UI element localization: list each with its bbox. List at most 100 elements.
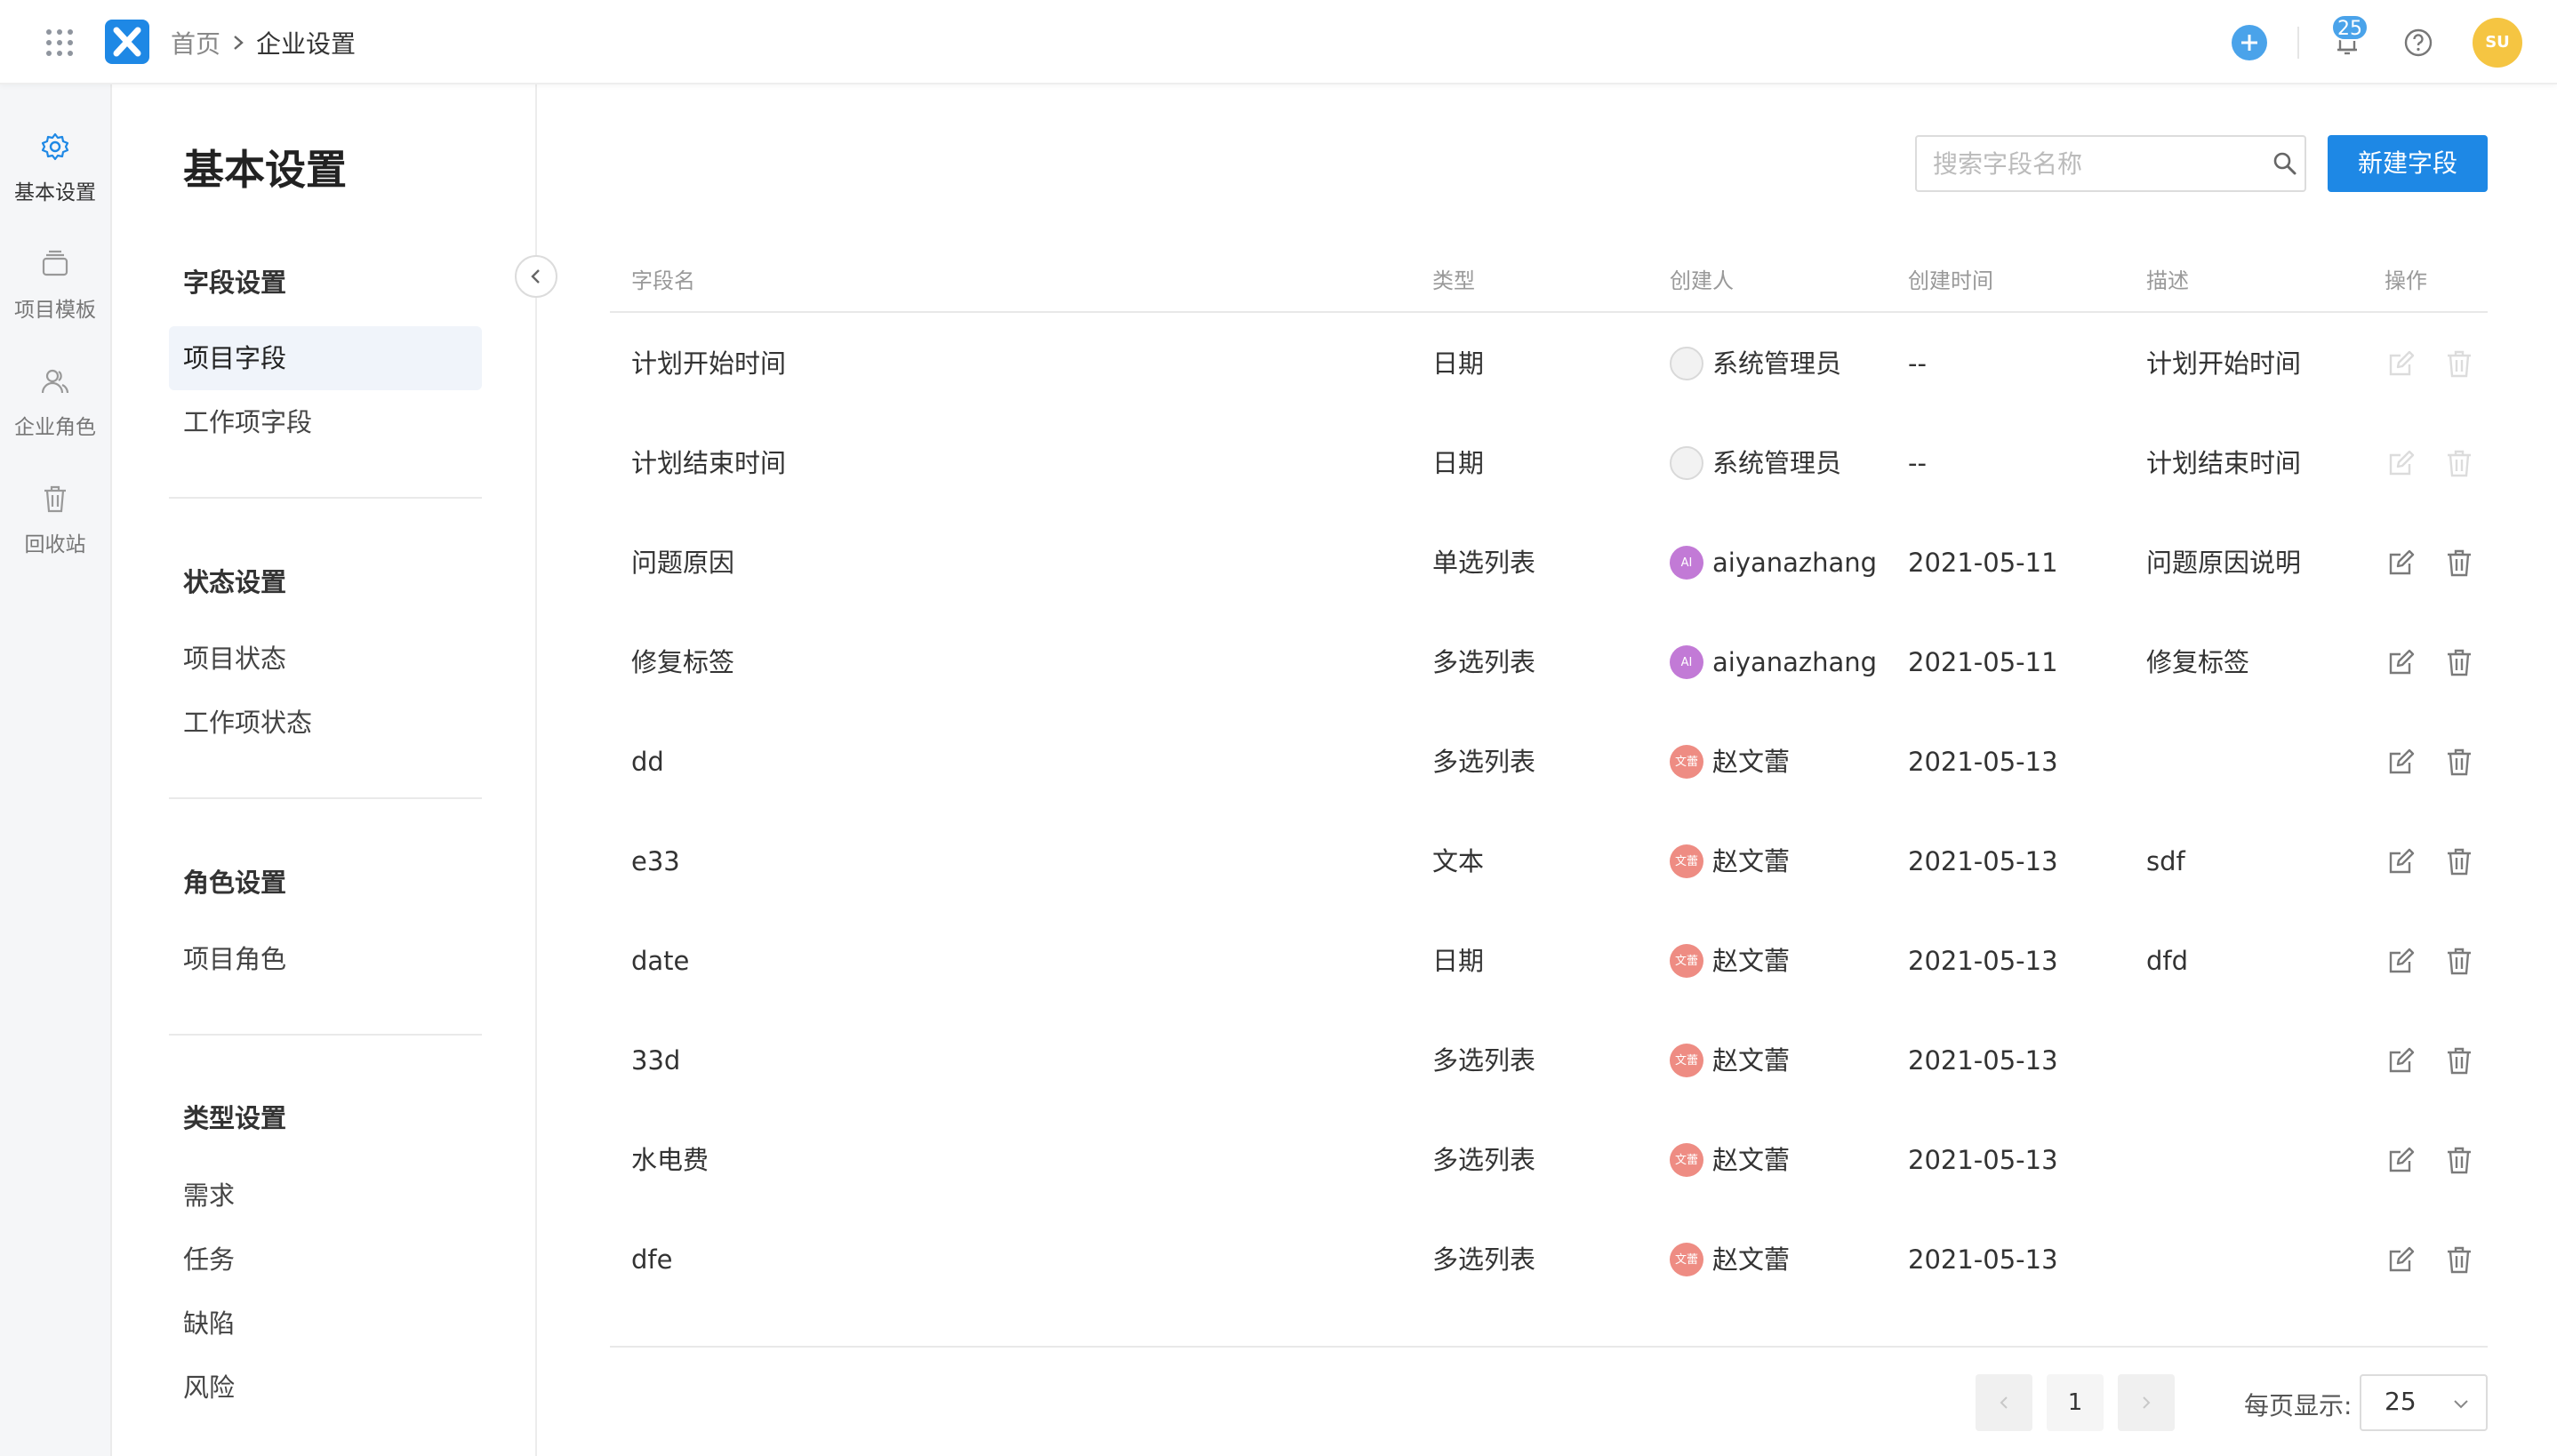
table-row[interactable]: 问题原因 单选列表 AI aiyanazhang 2021-05-11 问题原因说明	[610, 513, 2488, 612]
delete-icon[interactable]	[2443, 746, 2475, 778]
field-type-cell: 多选列表	[1432, 1045, 1536, 1076]
table-footer-divider	[610, 1346, 2488, 1348]
rail-label: 企业角色	[14, 416, 96, 439]
creator-cell: 文蕾 赵文蕾	[1670, 812, 1790, 911]
field-type-cell: 文本	[1432, 846, 1485, 876]
creator-name: aiyanazhang	[1712, 647, 1878, 677]
table-row[interactable]: 计划结束时间 日期 系统管理员 -- 计划结束时间	[610, 413, 2488, 513]
nav-item-project-fields[interactable]: 项目字段	[169, 326, 482, 390]
column-header-description: 描述	[2146, 268, 2189, 293]
creator-cell: 文蕾 赵文蕾	[1670, 1210, 1790, 1309]
rail-item-enterprise-roles[interactable]: 企业角色	[0, 365, 110, 463]
nav-item-type-defect[interactable]: 缺陷	[169, 1292, 482, 1356]
delete-icon[interactable]	[2443, 1144, 2475, 1176]
description-cell: 计划开始时间	[2146, 348, 2302, 379]
breadcrumb-home[interactable]: 首页	[171, 25, 220, 60]
per-page-select[interactable]: 25	[2360, 1374, 2488, 1431]
next-page-button[interactable]	[2118, 1374, 2175, 1431]
rail-item-basic-settings[interactable]: 基本设置	[0, 131, 110, 228]
nav-item-workitem-fields[interactable]: 工作项字段	[169, 390, 482, 454]
edit-icon[interactable]	[2385, 1044, 2417, 1076]
table-row[interactable]: 计划开始时间 日期 系统管理员 -- 计划开始时间	[610, 314, 2488, 413]
creator-avatar: 文蕾	[1670, 1044, 1703, 1077]
field-type-cell: 日期	[1432, 946, 1485, 976]
table-row[interactable]: 33d 多选列表 文蕾 赵文蕾 2021-05-13	[610, 1011, 2488, 1110]
edit-icon[interactable]	[2385, 845, 2417, 877]
delete-icon[interactable]	[2443, 845, 2475, 877]
creator-avatar: 文蕾	[1670, 844, 1703, 878]
created-time-cell: 2021-05-13	[1908, 846, 2058, 876]
table-row[interactable]: 修复标签 多选列表 AI aiyanazhang 2021-05-11 修复标签	[610, 612, 2488, 712]
table-row[interactable]: dd 多选列表 文蕾 赵文蕾 2021-05-13	[610, 712, 2488, 812]
table-header-divider	[610, 311, 2488, 313]
user-roles-icon	[41, 369, 69, 394]
description-cell: 问题原因说明	[2146, 548, 2302, 578]
column-header-name: 字段名	[631, 268, 695, 293]
section-divider	[169, 497, 482, 499]
search-box	[1915, 135, 2306, 192]
nav-item-workitem-status[interactable]: 工作项状态	[169, 691, 482, 755]
table-row[interactable]: e33 文本 文蕾 赵文蕾 2021-05-13 sdf	[610, 812, 2488, 911]
delete-icon[interactable]	[2443, 945, 2475, 977]
description-cell: 修复标签	[2146, 647, 2250, 677]
field-name-cell: 修复标签	[631, 647, 735, 677]
field-name-cell: date	[631, 946, 690, 976]
creator-cell: AI aiyanazhang	[1670, 612, 1877, 712]
create-plus-button[interactable]	[2232, 25, 2267, 60]
creator-name: 赵文蕾	[1712, 1145, 1791, 1175]
left-rail: 基本设置 项目模板 企业角色 回收站	[0, 84, 112, 1456]
search-input[interactable]	[1917, 137, 2255, 190]
field-type-cell: 多选列表	[1432, 1145, 1536, 1175]
nav-item-type-requirement[interactable]: 需求	[169, 1164, 482, 1228]
app-logo[interactable]	[105, 20, 149, 64]
edit-icon[interactable]	[2385, 945, 2417, 977]
creator-cell: 文蕾 赵文蕾	[1670, 712, 1790, 812]
nav-item-type-task[interactable]: 任务	[169, 1228, 482, 1292]
page-number-button[interactable]: 1	[2047, 1374, 2104, 1431]
page-title: 基本设置	[183, 146, 347, 194]
settings-nav-panel: 基本设置 字段设置 项目字段 工作项字段 状态设置 项目状态 工作项状态 角色设…	[112, 84, 537, 1456]
edit-icon[interactable]	[2385, 746, 2417, 778]
per-page-value: 25	[2385, 1387, 2417, 1416]
creator-cell: 文蕾 赵文蕾	[1670, 911, 1790, 1011]
user-avatar[interactable]: SU	[2473, 18, 2522, 68]
creator-cell: 系统管理员	[1670, 413, 1841, 513]
field-name-cell: 33d	[631, 1045, 681, 1076]
edit-icon[interactable]	[2385, 646, 2417, 678]
nav-item-project-roles[interactable]: 项目角色	[169, 927, 482, 991]
breadcrumb-current: 企业设置	[256, 29, 357, 59]
creator-name: 赵文蕾	[1712, 946, 1791, 976]
created-time-cell: 2021-05-11	[1908, 647, 2058, 677]
description-cell: dfd	[2146, 946, 2189, 976]
rail-item-project-templates[interactable]: 项目模板	[0, 248, 110, 346]
creator-avatar: 文蕾	[1670, 944, 1703, 978]
help-icon[interactable]	[2401, 25, 2436, 60]
prev-page-button[interactable]	[1976, 1374, 2032, 1431]
rail-label: 回收站	[24, 533, 86, 556]
edit-icon[interactable]	[2385, 1144, 2417, 1176]
rail-item-recycle-bin[interactable]: 回收站	[0, 483, 110, 580]
column-header-actions: 操作	[2385, 268, 2427, 293]
table-row[interactable]: 水电费 多选列表 文蕾 赵文蕾 2021-05-13	[610, 1110, 2488, 1210]
description-cell: 计划结束时间	[2146, 448, 2302, 478]
app-grid-icon[interactable]	[44, 28, 75, 58]
new-field-button[interactable]: 新建字段	[2328, 135, 2488, 192]
delete-icon[interactable]	[2443, 547, 2475, 579]
field-name-cell: 计划开始时间	[631, 348, 787, 379]
delete-icon[interactable]	[2443, 646, 2475, 678]
nav-item-project-status[interactable]: 项目状态	[169, 627, 482, 691]
creator-avatar	[1670, 446, 1703, 480]
field-name-cell: dfe	[631, 1244, 673, 1275]
creator-name: 赵文蕾	[1712, 1244, 1791, 1275]
created-time-cell: --	[1908, 448, 1927, 478]
column-header-created-time: 创建时间	[1908, 268, 1993, 293]
delete-icon[interactable]	[2443, 1244, 2475, 1276]
edit-icon[interactable]	[2385, 1244, 2417, 1276]
edit-icon[interactable]	[2385, 547, 2417, 579]
table-row[interactable]: dfe 多选列表 文蕾 赵文蕾 2021-05-13	[610, 1210, 2488, 1309]
delete-icon[interactable]	[2443, 1044, 2475, 1076]
table-row[interactable]: date 日期 文蕾 赵文蕾 2021-05-13 dfd	[610, 911, 2488, 1011]
nav-item-type-risk[interactable]: 风险	[169, 1356, 482, 1420]
search-icon[interactable]	[2271, 149, 2299, 178]
collapse-panel-button[interactable]	[515, 255, 557, 298]
